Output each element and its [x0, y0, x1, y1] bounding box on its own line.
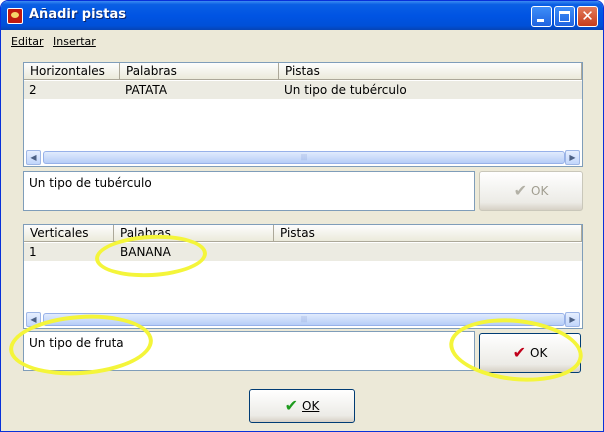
horizontal-scrollbar[interactable]: ◀ ||| ▶ [26, 150, 580, 165]
row-number: 2 [29, 83, 37, 97]
maximize-icon [559, 11, 570, 22]
row-word: PATATA [125, 83, 168, 97]
menu-editar[interactable]: Editar [11, 35, 44, 48]
horizontal-clues-list[interactable]: Horizontales Palabras Pistas 2 PATATA Un… [23, 62, 583, 167]
horizontal-ok-button[interactable]: ✔ OK [479, 171, 583, 211]
column-header-palabras[interactable]: Palabras [120, 63, 279, 80]
horizontal-clue-input[interactable]: Un tipo de tubérculo [23, 171, 475, 211]
dialog-window: Añadir pistas ✕ Editar Insertar Horizont… [0, 0, 604, 432]
vertical-clues-list[interactable]: Verticales Palabras Pistas 1 BANANA ◀ ||… [23, 224, 583, 329]
close-button[interactable]: ✕ [577, 6, 598, 27]
ok-label: OK [302, 399, 320, 413]
arrow-left-icon[interactable]: ◀ [26, 150, 41, 165]
minimize-icon [537, 19, 544, 22]
window-title: Añadir pistas [29, 7, 127, 22]
maximize-button[interactable] [554, 6, 575, 27]
ok-label: OK [531, 184, 549, 198]
arrow-right-icon[interactable]: ▶ [565, 150, 580, 165]
scroll-thumb[interactable]: ||| [43, 151, 565, 164]
close-icon: ✕ [581, 7, 594, 25]
minimize-button[interactable] [531, 6, 552, 27]
column-header-horizontales[interactable]: Horizontales [24, 63, 120, 80]
column-header-pistas[interactable]: Pistas [274, 225, 582, 242]
checkmark-icon: ✔ [284, 396, 299, 415]
checkmark-icon: ✔ [513, 181, 528, 200]
row-clue: Un tipo de tubérculo [284, 83, 407, 97]
title-bar[interactable]: Añadir pistas ✕ [1, 1, 603, 30]
dialog-ok-button[interactable]: ✔ OK [249, 389, 355, 423]
row-number: 1 [29, 245, 37, 259]
arrow-right-icon[interactable]: ▶ [565, 312, 580, 327]
column-header-verticales[interactable]: Verticales [24, 225, 114, 242]
app-icon[interactable] [7, 8, 23, 24]
table-row[interactable]: 2 PATATA Un tipo de tubérculo [24, 81, 582, 99]
menu-bar: Editar Insertar [5, 32, 599, 52]
column-header-pistas[interactable]: Pistas [279, 63, 582, 80]
menu-insertar[interactable]: Insertar [53, 35, 96, 48]
